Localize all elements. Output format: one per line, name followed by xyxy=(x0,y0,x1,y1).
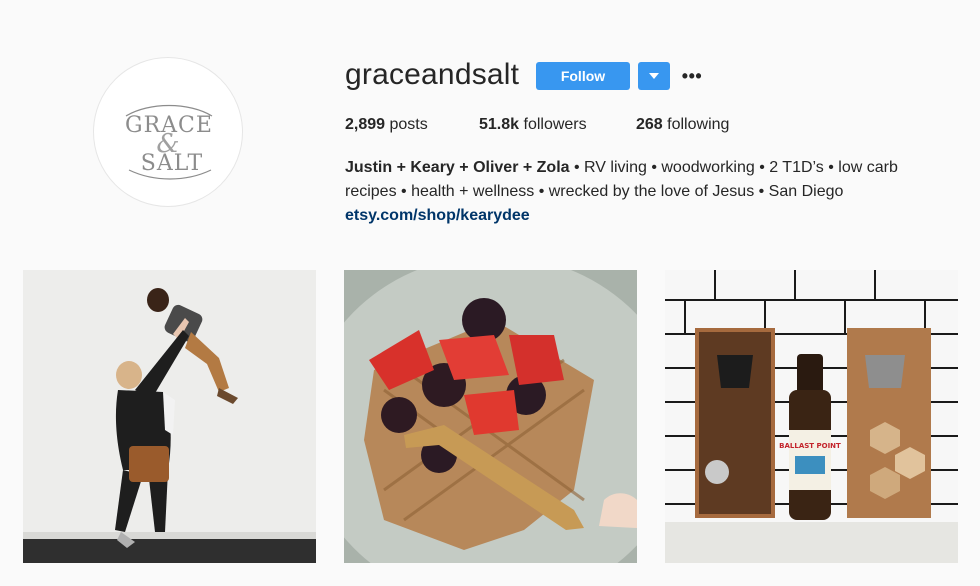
grace-and-salt-logo: GRACE & SALT xyxy=(125,104,213,180)
profile-avatar[interactable]: GRACE & SALT xyxy=(93,57,243,207)
photo-waffle-with-berries xyxy=(344,270,637,563)
suggestions-dropdown-button[interactable] xyxy=(638,62,670,90)
profile-page: GRACE & SALT graceandsalt Follow ••• 2,8… xyxy=(0,0,980,586)
post-thumbnail[interactable] xyxy=(344,270,637,563)
follow-button[interactable]: Follow xyxy=(536,62,630,90)
post-thumbnail[interactable] xyxy=(23,270,316,563)
bio-line-1-text: • RV living • woodworking • 2 T1D’s • lo… xyxy=(569,159,898,176)
profile-username: graceandsalt xyxy=(345,58,520,91)
post-thumbnail[interactable]: BALLAST POINT xyxy=(665,270,958,563)
followers-label: followers xyxy=(523,116,587,133)
followers-count: 51.8k xyxy=(479,116,520,133)
following-label: following xyxy=(667,116,730,133)
photo-mother-lifting-child xyxy=(23,270,316,563)
triangle-down-icon xyxy=(649,73,659,79)
bio-line-1: Justin + Keary + Oliver + Zola • RV livi… xyxy=(345,156,965,180)
profile-stats: 2,899 posts 51.8k followers 268 followin… xyxy=(345,116,729,134)
logo-salt-text: SALT xyxy=(141,151,203,176)
posts-stat: 2,899 posts xyxy=(345,116,479,134)
ellipsis-icon: ••• xyxy=(681,65,703,86)
beer-label-text: BALLAST POINT xyxy=(779,442,841,450)
following-count: 268 xyxy=(636,116,663,133)
bio-line-2: recipes • health + wellness • wrecked by… xyxy=(345,183,844,200)
bio-full-name: Justin + Keary + Oliver + Zola xyxy=(345,159,570,176)
following-stat[interactable]: 268 following xyxy=(636,116,729,134)
photo-bottle-openers-and-beer: BALLAST POINT xyxy=(665,270,958,563)
more-options-button[interactable]: ••• xyxy=(680,62,704,90)
profile-bio: Justin + Keary + Oliver + Zola • RV livi… xyxy=(345,156,965,228)
posts-label: posts xyxy=(389,116,428,133)
followers-stat[interactable]: 51.8k followers xyxy=(479,116,636,134)
bio-website-link[interactable]: etsy.com/shop/kearydee xyxy=(345,204,965,228)
posts-count: 2,899 xyxy=(345,116,386,133)
